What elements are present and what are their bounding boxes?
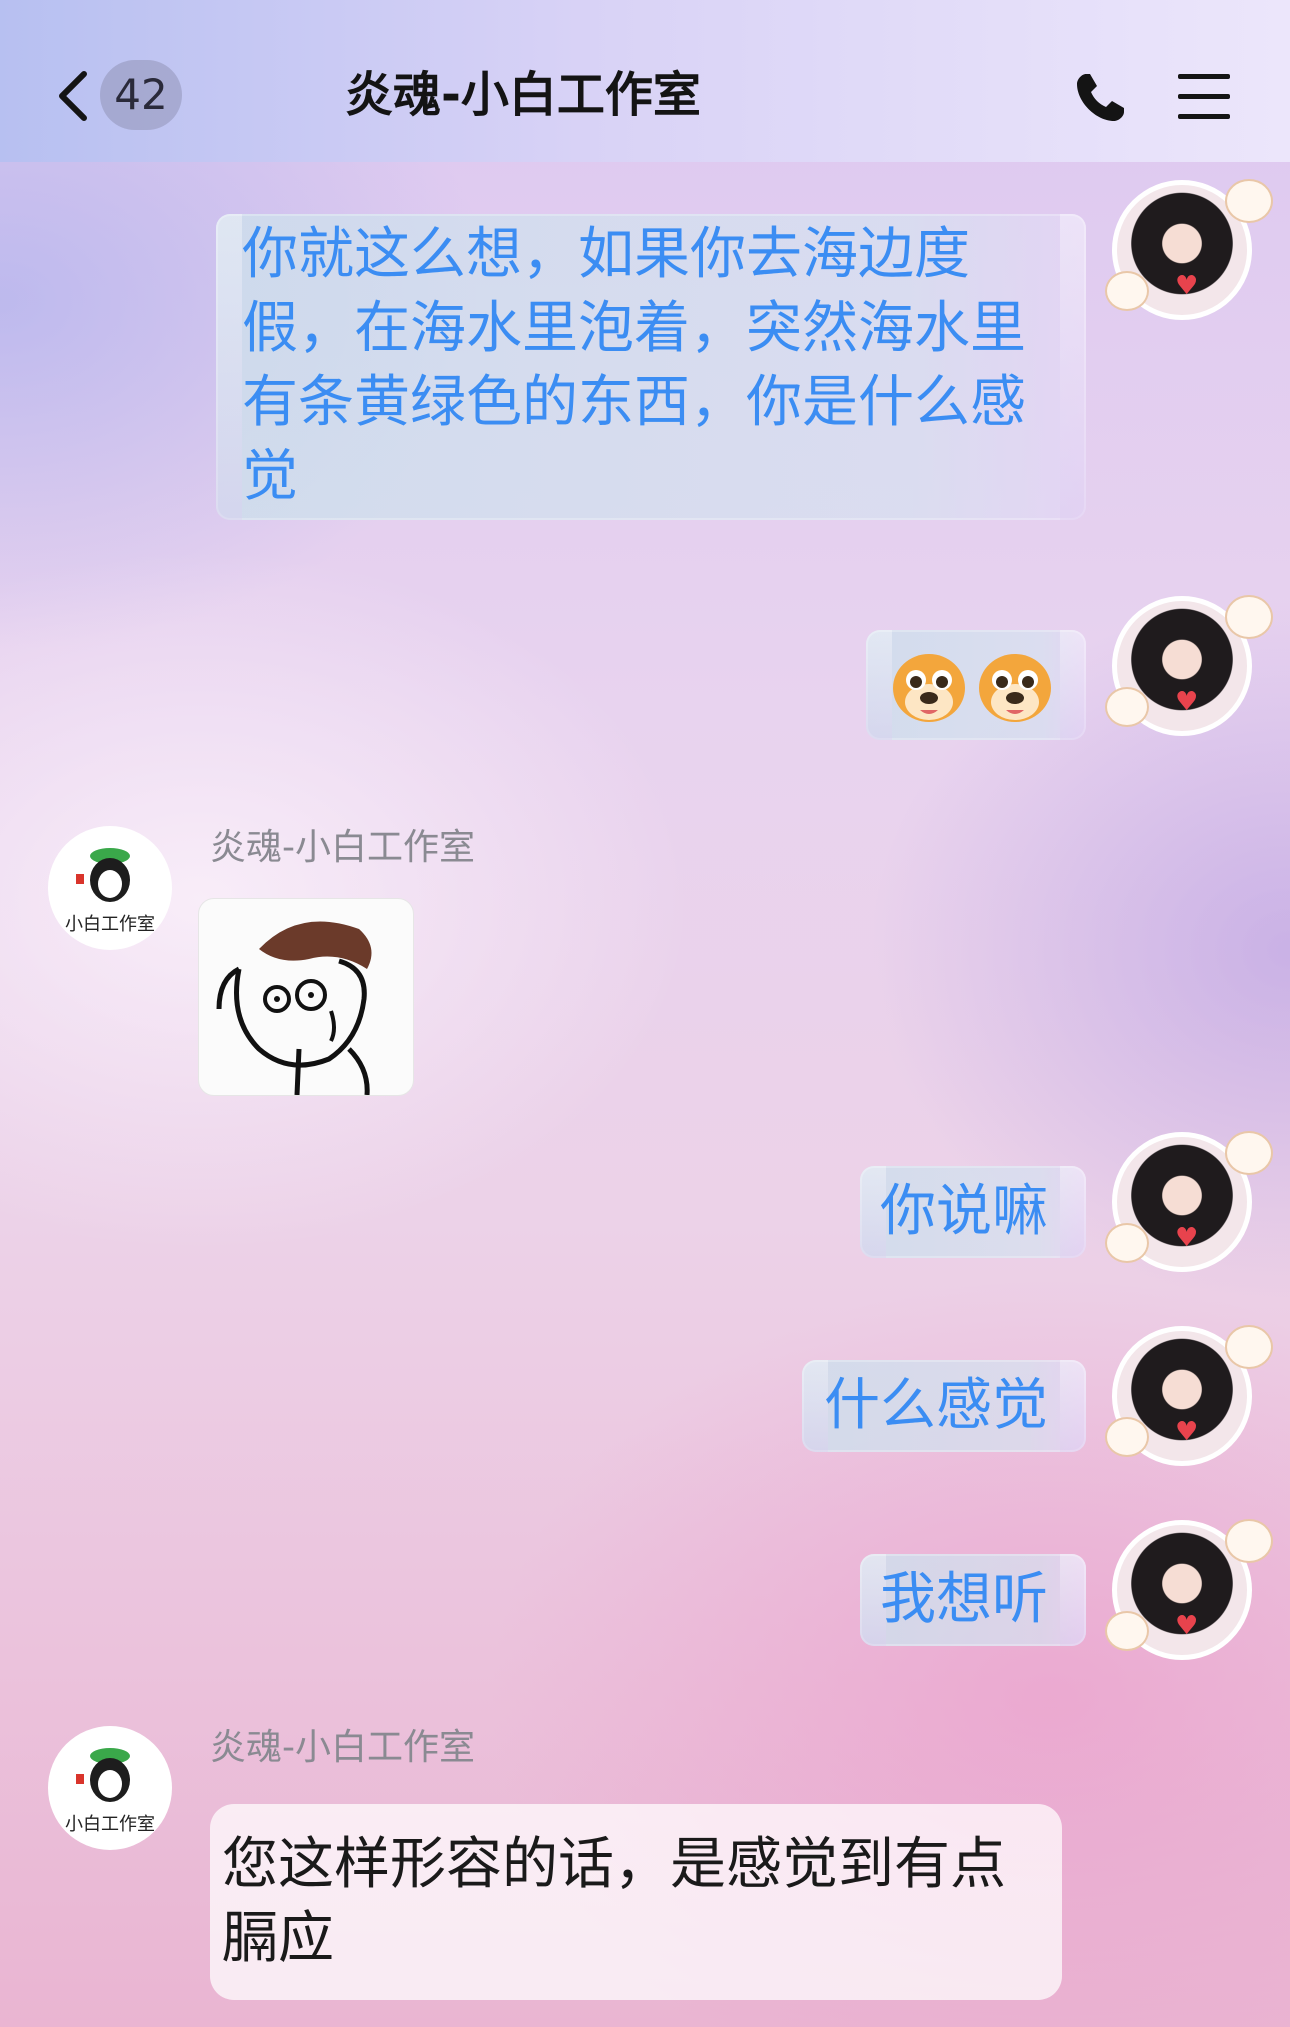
back-icon[interactable] (54, 70, 90, 122)
bear-decoration-icon (1225, 1131, 1273, 1175)
bear-decoration-icon (1225, 595, 1273, 639)
bunny-decoration-icon (1105, 687, 1149, 727)
bear-decoration-icon (1225, 1519, 1273, 1563)
bunny-decoration-icon (1105, 271, 1149, 311)
my-message-bubble[interactable]: 什么感觉 (802, 1360, 1086, 1452)
shocked-face-sticker[interactable] (198, 898, 414, 1096)
bunny-decoration-icon (1105, 1611, 1149, 1651)
heart-icon: ♥ (1175, 1223, 1199, 1253)
heart-icon: ♥ (1175, 271, 1199, 301)
dog-face-emoji (979, 654, 1051, 722)
my-avatar[interactable]: ♥ (1105, 1131, 1273, 1272)
heart-icon: ♥ (1175, 687, 1199, 717)
message-line: 你就这么想，如果你去海边度 (242, 222, 970, 287)
my-message-bubble[interactable]: 你说嘛 (860, 1166, 1086, 1258)
menu-icon[interactable] (1176, 70, 1232, 122)
message-line: 有条黄绿色的东西，你是什么感 (242, 370, 1026, 435)
message-text: 我想听 (880, 1567, 1048, 1632)
contact-avatar-label: 小白工作室 (65, 914, 155, 935)
my-avatar[interactable]: ♥ (1105, 595, 1273, 736)
sticker-drawing (216, 921, 372, 1096)
contact-avatar[interactable]: 小白工作室 (48, 1726, 172, 1850)
my-avatar[interactable]: ♥ (1105, 179, 1273, 320)
unread-count-badge[interactable]: 42 (100, 60, 182, 130)
my-avatar[interactable]: ♥ (1105, 1519, 1273, 1660)
phone-icon[interactable] (1072, 70, 1128, 126)
my-message-bubble[interactable]: 我想听 (860, 1554, 1086, 1646)
contact-message-bubble[interactable]: 您这样形容的话，是感觉到有点 膈应 (210, 1804, 1062, 2000)
bunny-decoration-icon (1105, 1417, 1149, 1457)
contact-avatar-label: 小白工作室 (65, 1814, 155, 1835)
sender-name: 炎魂-小白工作室 (210, 827, 475, 868)
bear-decoration-icon (1225, 179, 1273, 223)
bear-decoration-icon (1225, 1325, 1273, 1369)
chat-title[interactable]: 炎魂-小白工作室 (345, 60, 945, 130)
chat-header: 42 炎魂-小白工作室 (0, 0, 1290, 162)
my-avatar[interactable]: ♥ (1105, 1325, 1273, 1466)
message-line: 膈应 (222, 1906, 334, 1971)
heart-icon: ♥ (1175, 1611, 1199, 1641)
sender-name: 炎魂-小白工作室 (210, 1727, 475, 1768)
dog-face-emoji (893, 654, 965, 722)
message-line: 觉 (242, 444, 298, 509)
message-line: 假，在海水里泡着，突然海水里 (242, 296, 1026, 361)
message-line: 您这样形容的话，是感觉到有点 (222, 1832, 1006, 1897)
contact-avatar[interactable]: 小白工作室 (48, 826, 172, 950)
my-message-bubble[interactable]: 你就这么想，如果你去海边度 假，在海水里泡着，突然海水里 有条黄绿色的东西，你是… (216, 214, 1086, 520)
heart-icon: ♥ (1175, 1417, 1199, 1447)
message-text: 什么感觉 (824, 1373, 1048, 1438)
bunny-decoration-icon (1105, 1223, 1149, 1263)
my-emoji-bubble[interactable] (866, 630, 1086, 740)
message-text: 你说嘛 (880, 1179, 1048, 1244)
